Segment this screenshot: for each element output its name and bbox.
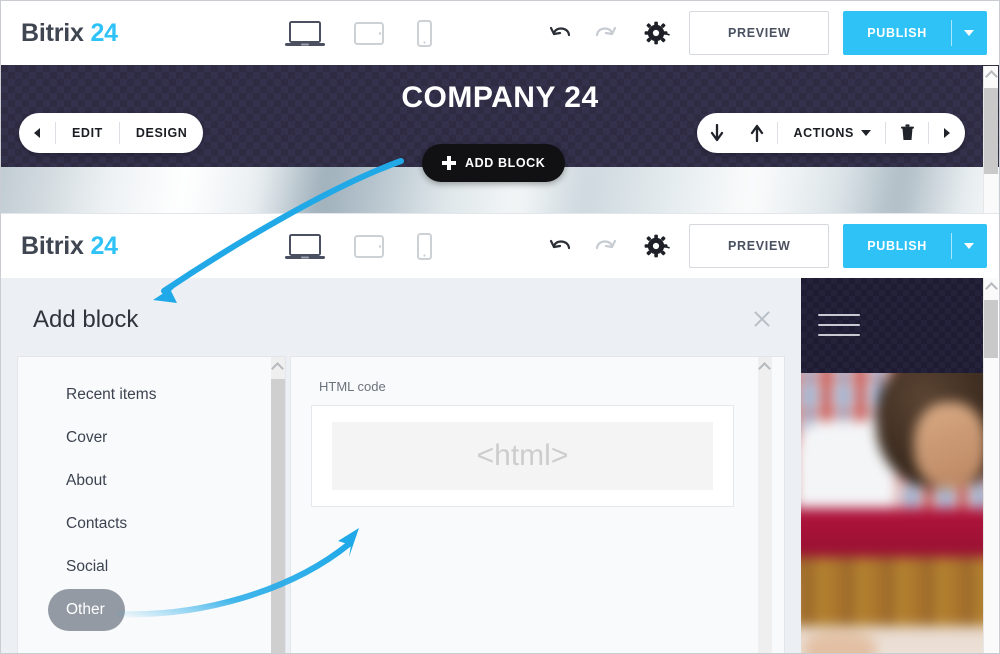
category-label: Cover xyxy=(66,428,108,446)
section-label: HTML code xyxy=(319,379,386,394)
brand-logo-2[interactable]: Bitrix 24 xyxy=(21,232,118,261)
scrollbar-thumb[interactable] xyxy=(984,88,998,174)
site-preview-column xyxy=(801,278,985,653)
undo-icon[interactable] xyxy=(539,224,583,268)
preview-photo-image xyxy=(801,373,985,653)
category-scrollbar[interactable] xyxy=(271,357,285,653)
brand-name: Bitrix xyxy=(21,18,84,47)
category-label: Recent items xyxy=(66,385,157,403)
tablet-icon[interactable] xyxy=(353,20,387,48)
top-toolbar-primary: Bitrix 24 PREVIEW PUBLISH xyxy=(1,1,999,65)
block-actions-toolbar: ACTIONS xyxy=(696,113,965,153)
brand-logo[interactable]: Bitrix 24 xyxy=(21,19,118,48)
block-edit-button[interactable]: EDIT xyxy=(56,113,119,153)
page-scrollbar-bottom[interactable] xyxy=(983,278,998,653)
gear-icon[interactable] xyxy=(635,11,679,55)
desktop-icon[interactable] xyxy=(283,232,327,262)
top-toolbar-secondary: Bitrix 24 PREVIEW PUBLISH xyxy=(1,214,999,278)
scroll-up-icon[interactable] xyxy=(758,362,771,375)
delete-block-button[interactable] xyxy=(886,124,928,142)
close-icon[interactable] xyxy=(749,306,775,332)
preview-photo xyxy=(801,373,985,653)
chevron-down-icon xyxy=(964,30,974,36)
menu-icon[interactable] xyxy=(818,314,860,344)
publish-dropdown-button[interactable] xyxy=(951,224,987,268)
category-label: Contacts xyxy=(66,514,128,532)
category-label: Social xyxy=(66,557,109,575)
block-actions-label: ACTIONS xyxy=(793,126,854,140)
mobile-icon[interactable] xyxy=(413,232,435,262)
device-switcher-2 xyxy=(283,232,435,262)
add-block-button[interactable]: ADD BLOCK xyxy=(422,144,566,182)
block-design-button[interactable]: DESIGN xyxy=(120,113,204,153)
publish-button[interactable]: PUBLISH xyxy=(843,224,951,268)
app-window: Bitrix 24 PREVIEW PUBLISH COMPANY 24 EDI… xyxy=(0,0,1000,654)
mobile-icon[interactable] xyxy=(413,19,435,49)
preview-button[interactable]: PREVIEW xyxy=(689,11,830,55)
undo-icon[interactable] xyxy=(539,11,583,55)
block-more-button[interactable] xyxy=(929,128,965,138)
company-title: COMPANY 24 xyxy=(401,81,599,114)
toolbar-actions: PREVIEW PUBLISH xyxy=(539,1,987,65)
tablet-icon[interactable] xyxy=(353,233,387,261)
device-switcher xyxy=(283,19,435,49)
brand-name: Bitrix xyxy=(21,231,84,260)
block-collapse-button[interactable] xyxy=(19,128,55,138)
category-item-contacts[interactable]: Contacts xyxy=(18,502,285,545)
publish-button[interactable]: PUBLISH xyxy=(843,11,951,55)
publish-group: PUBLISH xyxy=(843,224,987,268)
scroll-up-icon[interactable] xyxy=(985,282,998,295)
html-code-block-card[interactable]: <html> xyxy=(311,405,734,507)
html-code-placeholder-text: <html> xyxy=(476,439,569,472)
category-panel: Recent items Cover About Contacts Social… xyxy=(17,356,286,653)
add-block-dialog: Add block Recent items Cover About Conta… xyxy=(1,278,801,653)
chevron-left-icon xyxy=(34,128,40,138)
toolbar-actions-2: PREVIEW PUBLISH xyxy=(539,214,987,278)
category-item-about[interactable]: About xyxy=(18,459,285,502)
category-label: About xyxy=(66,471,107,489)
publish-group: PUBLISH xyxy=(843,11,987,55)
block-content-panel: HTML code <html> xyxy=(290,356,785,653)
gear-icon[interactable] xyxy=(635,224,679,268)
publish-dropdown-button[interactable] xyxy=(951,11,987,55)
block-edit-toolbar: EDIT DESIGN xyxy=(19,113,204,153)
add-block-label: ADD BLOCK xyxy=(465,156,546,170)
scroll-up-icon[interactable] xyxy=(985,70,998,83)
page-scrollbar-top[interactable] xyxy=(983,66,998,213)
block-actions-menu[interactable]: ACTIONS xyxy=(778,113,885,153)
chevron-down-icon xyxy=(861,130,871,136)
chevron-down-icon xyxy=(964,243,974,249)
redo-icon[interactable] xyxy=(583,11,627,55)
brand-number: 24 xyxy=(90,231,118,260)
preview-button[interactable]: PREVIEW xyxy=(689,224,830,268)
preview-header xyxy=(801,278,985,373)
category-item-cover[interactable]: Cover xyxy=(18,416,285,459)
dialog-title: Add block xyxy=(33,306,139,333)
content-scrollbar[interactable] xyxy=(758,357,772,653)
category-item-recent-items[interactable]: Recent items xyxy=(18,373,285,416)
category-item-social[interactable]: Social xyxy=(18,545,285,588)
plus-icon xyxy=(442,156,456,170)
category-label: Other xyxy=(66,600,105,618)
redo-icon[interactable] xyxy=(583,224,627,268)
move-up-button[interactable] xyxy=(737,124,777,142)
move-down-button[interactable] xyxy=(697,124,737,142)
desktop-icon[interactable] xyxy=(283,19,327,49)
category-item-other[interactable]: Other xyxy=(18,588,285,631)
scrollbar-thumb[interactable] xyxy=(271,379,285,653)
html-code-placeholder: <html> xyxy=(332,422,713,490)
scrollbar-thumb[interactable] xyxy=(758,379,772,653)
scroll-up-icon[interactable] xyxy=(271,362,284,375)
chevron-right-icon xyxy=(944,128,950,138)
category-list: Recent items Cover About Contacts Social… xyxy=(18,373,285,631)
brand-number: 24 xyxy=(90,18,118,47)
scrollbar-thumb[interactable] xyxy=(984,300,998,358)
